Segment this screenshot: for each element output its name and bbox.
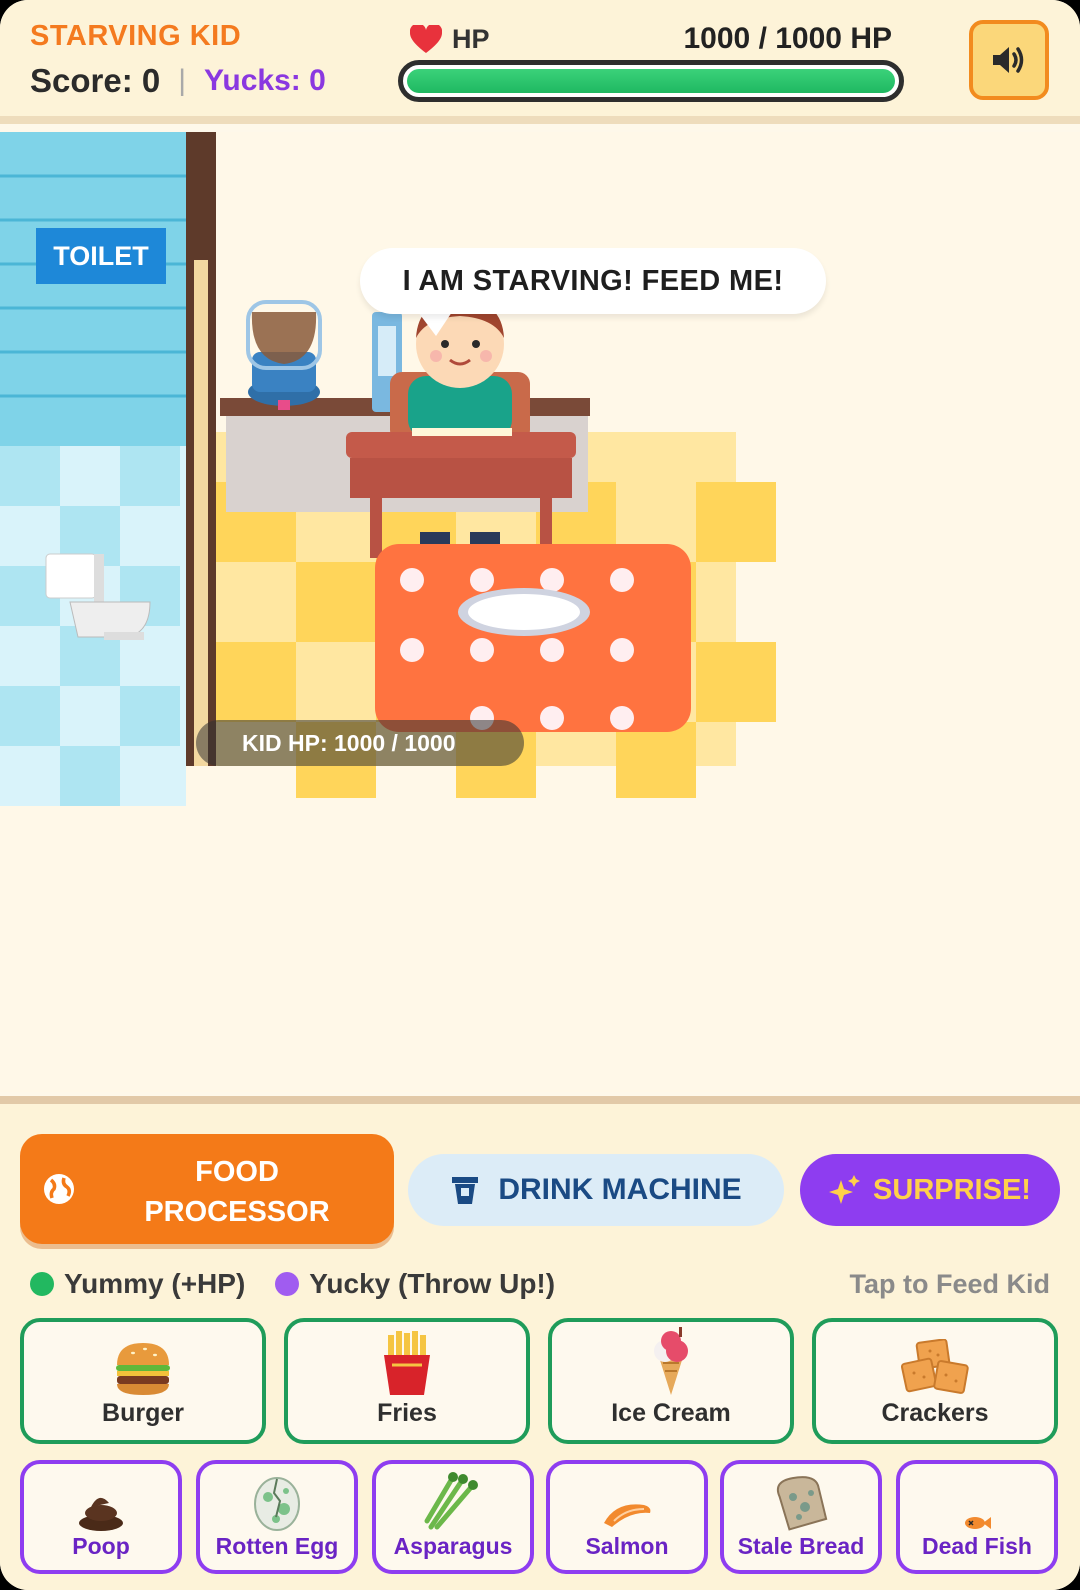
food-fries-button[interactable]: Fries [284, 1318, 530, 1444]
food-burger-button[interactable]: Burger [20, 1318, 266, 1444]
purple-dot-icon [275, 1272, 300, 1296]
poop-icon [79, 1497, 123, 1531]
food-label: Crackers [881, 1399, 989, 1427]
game-title: STARVING KID [30, 20, 242, 52]
green-dot-icon [30, 1272, 54, 1296]
food-ice-cream-button[interactable]: Ice Cream [548, 1318, 794, 1444]
asparagus-icon [424, 1472, 478, 1530]
kid-hp-badge: KID HP: 1000 / 1000 [196, 720, 524, 766]
surprise-label: SURPRISE! [873, 1173, 1031, 1206]
globe-icon [44, 1174, 74, 1204]
dead-fish-icon [965, 1517, 991, 1529]
food-label: Ice Cream [611, 1399, 731, 1427]
hp-bar-fill [407, 69, 895, 93]
sparkle-icon [829, 1175, 861, 1204]
food-label: Asparagus [393, 1533, 513, 1559]
heart-icon [410, 24, 442, 53]
kid-character [390, 298, 530, 442]
sound-toggle-button[interactable] [969, 20, 1049, 100]
game-app: STARVING KID Score: 0 | Yucks: 0 HP 1000… [0, 0, 1080, 1590]
burger-icon [116, 1343, 170, 1395]
score-separator: | [178, 64, 187, 97]
food-label: Stale Bread [737, 1533, 865, 1559]
rotten-egg-icon [254, 1477, 300, 1531]
legend-yummy: Yummy (+HP) [30, 1268, 245, 1300]
fries-icon [384, 1331, 430, 1395]
hp-label: HP [410, 24, 490, 55]
legend-yucky-label: Yucky (Throw Up!) [309, 1268, 556, 1299]
food-poop-button[interactable]: Poop [20, 1460, 182, 1574]
yucks-counter: Yucks: 0 [204, 64, 326, 97]
speaker-icon [993, 47, 1024, 73]
food-asparagus-button[interactable]: Asparagus [372, 1460, 534, 1574]
toilet-sign: TOILET [36, 228, 166, 284]
food-label: Burger [102, 1399, 184, 1427]
dining-table [375, 544, 691, 732]
food-processor-button[interactable]: FOOD PROCESSOR [20, 1134, 394, 1244]
food-crackers-button[interactable]: Crackers [812, 1318, 1058, 1444]
feed-hint: Tap to Feed Kid [849, 1268, 1051, 1299]
speech-bubble: I AM STARVING! FEED ME! [360, 248, 826, 314]
food-processor-label: FOOD PROCESSOR [144, 1156, 330, 1228]
stale-bread-icon [776, 1476, 828, 1531]
surprise-button[interactable]: SURPRISE! [800, 1154, 1060, 1226]
ice-cream-icon [654, 1327, 688, 1395]
control-panel: FOOD PROCESSOR DRINK MACHINE SURPRISE! Y… [0, 1096, 1080, 1590]
drink-machine-button[interactable]: DRINK MACHINE [408, 1154, 784, 1226]
food-processor-illustration [246, 300, 322, 410]
food-label: Poop [72, 1533, 130, 1559]
game-scene: TOILET I AM STARVING! FEED ME! KID HP: 1… [0, 132, 1080, 1092]
food-salmon-button[interactable]: Salmon [546, 1460, 708, 1574]
drink-machine-label: DRINK MACHINE [498, 1173, 742, 1206]
score-counter: Score: 0 [30, 62, 161, 99]
bathroom-wall [0, 132, 186, 446]
hp-bar [398, 60, 904, 102]
food-label: Fries [377, 1399, 437, 1427]
cup-icon [452, 1177, 479, 1204]
food-legend: Yummy (+HP) Yucky (Throw Up!) Tap to Fee… [30, 1264, 1050, 1304]
legend-yucky: Yucky (Throw Up!) [275, 1268, 555, 1300]
food-stale-bread-button[interactable]: Stale Bread [720, 1460, 882, 1574]
top-bar: STARVING KID Score: 0 | Yucks: 0 HP 1000… [0, 0, 1080, 124]
food-label: Dead Fish [922, 1533, 1032, 1559]
salmon-icon [604, 1504, 651, 1527]
legend-yummy-label: Yummy (+HP) [64, 1268, 246, 1299]
food-label: Salmon [585, 1533, 669, 1559]
food-dead-fish-button[interactable]: Dead Fish [896, 1460, 1058, 1574]
score-line: Score: 0 | Yucks: 0 [30, 62, 326, 100]
hp-label-text: HP [452, 24, 490, 54]
food-label: Rotten Egg [215, 1533, 339, 1559]
food-rotten-egg-button[interactable]: Rotten Egg [196, 1460, 358, 1574]
crackers-icon [900, 1339, 969, 1394]
hp-value: 1000 / 1000 HP [683, 22, 893, 55]
